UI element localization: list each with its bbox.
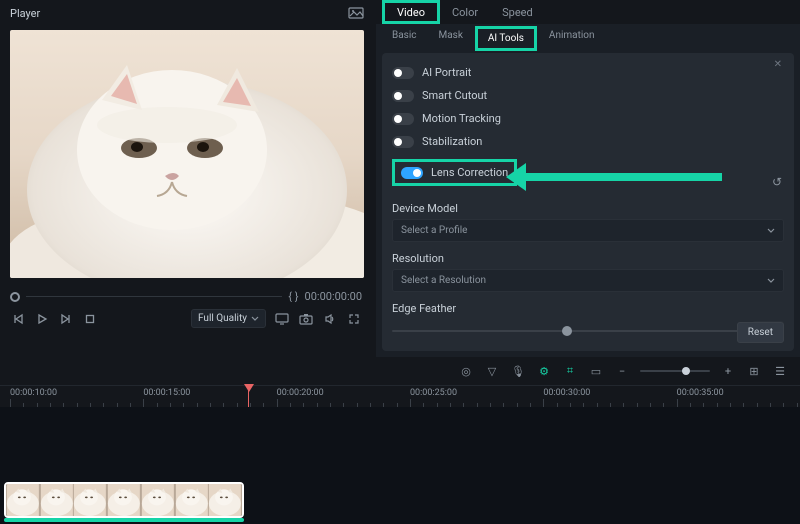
- tab-color[interactable]: Color: [440, 0, 490, 24]
- ruler-mark: 00:00:10:00: [10, 388, 57, 398]
- stop-icon[interactable]: [82, 311, 98, 327]
- inspector-pane: Video Color Speed Basic Mask AI Tools An…: [376, 0, 800, 357]
- edge-feather-label: Edge Feather: [392, 302, 784, 315]
- tl-fit-icon[interactable]: ⊞: [746, 363, 762, 379]
- timeline-area: ◎ ▽ 🎙 ⚙ ⌗ ▭ − + ⊞ ☰ 00:00:10:00 00:00:15:…: [0, 357, 800, 524]
- toggle-motion-tracking[interactable]: Motion Tracking: [392, 107, 784, 130]
- camera-icon[interactable]: [298, 311, 314, 327]
- chevron-down-icon: [767, 227, 775, 235]
- revert-icon[interactable]: ↺: [772, 175, 782, 189]
- annotation-arrow: [522, 173, 722, 181]
- subtab-ai-tools[interactable]: AI Tools: [475, 26, 537, 51]
- device-model-placeholder: Select a Profile: [401, 225, 467, 236]
- slider-thumb-icon[interactable]: [562, 326, 572, 336]
- clip-thumb: [208, 484, 242, 516]
- quality-dropdown[interactable]: Full Quality: [191, 309, 266, 328]
- toggle-stabilization[interactable]: Stabilization: [392, 130, 784, 153]
- tab-speed[interactable]: Speed: [490, 0, 545, 24]
- timecode-position: 00:00:00:00: [305, 290, 362, 303]
- tl-marker-icon[interactable]: ▭: [588, 363, 604, 379]
- zoom-thumb-icon[interactable]: [682, 367, 690, 375]
- progress-readout: { } 00:00:00:00: [288, 290, 362, 303]
- video-clip-bar: [4, 518, 244, 522]
- quality-label: Full Quality: [198, 313, 247, 324]
- device-model-select[interactable]: Select a Profile: [392, 219, 784, 242]
- device-model-label: Device Model: [392, 202, 784, 215]
- reset-button[interactable]: Reset: [737, 322, 784, 343]
- panel-close-icon[interactable]: ✕: [774, 59, 782, 70]
- progress-bar[interactable]: [26, 296, 282, 297]
- subtab-animation[interactable]: Animation: [539, 26, 605, 51]
- video-preview[interactable]: [10, 30, 364, 278]
- clip-thumb: [40, 484, 74, 516]
- clip-thumb: [6, 484, 40, 516]
- clip-thumb: [141, 484, 175, 516]
- tab-video[interactable]: Video: [382, 0, 440, 24]
- edge-feather-slider[interactable]: [392, 330, 742, 332]
- chevron-down-icon: [767, 277, 775, 285]
- tl-zoom-out-icon[interactable]: −: [614, 363, 630, 379]
- step-back-icon[interactable]: [10, 311, 26, 327]
- ruler-mark: 00:00:20:00: [277, 388, 324, 398]
- player-title-label: Player: [10, 7, 40, 20]
- lens-toggle-icon: [401, 167, 423, 179]
- player-progress-row: { } 00:00:00:00: [10, 290, 362, 303]
- play-icon[interactable]: [34, 311, 50, 327]
- player-header: Player: [2, 2, 370, 24]
- ruler-mark: 00:00:15:00: [143, 388, 190, 398]
- timeline-tracks[interactable]: [0, 407, 800, 524]
- snapshot-icon[interactable]: [348, 6, 364, 20]
- subtab-basic[interactable]: Basic: [382, 26, 427, 51]
- clip-thumb: [107, 484, 141, 516]
- timeline-ruler[interactable]: 00:00:10:00 00:00:15:00 00:00:20:00 00:00:2…: [0, 385, 800, 407]
- curly-braces-icon: { }: [288, 290, 298, 303]
- tl-magnet-icon[interactable]: ⌗: [562, 363, 578, 379]
- sub-tabs: Basic Mask AI Tools Animation: [376, 24, 800, 51]
- player-controls: Full Quality: [10, 309, 362, 328]
- resolution-select[interactable]: Select a Resolution: [392, 269, 784, 292]
- tl-shield-icon[interactable]: ▽: [484, 363, 500, 379]
- toggle-lens-correction[interactable]: Lens Correction: [392, 159, 517, 186]
- ai-tools-panel: ✕ AI Portrait Smart Cutout Motion Tracki…: [382, 53, 794, 351]
- display-icon[interactable]: [274, 311, 290, 327]
- fullscreen-icon[interactable]: [346, 311, 362, 327]
- resolution-label: Resolution: [392, 252, 784, 265]
- main-tabs: Video Color Speed: [376, 0, 800, 24]
- tl-mic-icon[interactable]: 🎙: [510, 363, 526, 379]
- ruler-mark: 00:00:30:00: [543, 388, 590, 398]
- tl-list-icon[interactable]: ☰: [772, 363, 788, 379]
- tl-adjust-icon[interactable]: ⚙: [536, 363, 552, 379]
- chevron-down-icon: [251, 315, 259, 323]
- clip-thumb: [175, 484, 209, 516]
- video-clip[interactable]: [4, 482, 244, 518]
- tl-zoom-in-icon[interactable]: +: [720, 363, 736, 379]
- step-forward-icon[interactable]: [58, 311, 74, 327]
- toggle-smart-cutout[interactable]: Smart Cutout: [392, 84, 784, 107]
- progress-handle-icon[interactable]: [10, 292, 20, 302]
- upper-area: Player: [0, 0, 800, 357]
- app-root: Player: [0, 0, 800, 524]
- player-pane: Player: [0, 0, 376, 357]
- resolution-placeholder: Select a Resolution: [401, 275, 486, 286]
- zoom-slider[interactable]: [640, 370, 710, 372]
- transport-buttons: [10, 311, 98, 327]
- player-right-controls: Full Quality: [191, 309, 362, 328]
- toggle-ai-portrait[interactable]: AI Portrait: [392, 61, 784, 84]
- timeline-toolbar: ◎ ▽ 🎙 ⚙ ⌗ ▭ − + ⊞ ☰: [0, 357, 800, 385]
- volume-icon[interactable]: [322, 311, 338, 327]
- ruler-mark: 00:00:25:00: [410, 388, 457, 398]
- ruler-mark: 00:00:35:00: [677, 388, 724, 398]
- subtab-mask[interactable]: Mask: [429, 26, 473, 51]
- edge-feather-row: 0.0: [392, 321, 784, 340]
- tl-record-icon[interactable]: ◎: [458, 363, 474, 379]
- clip-thumb: [73, 484, 107, 516]
